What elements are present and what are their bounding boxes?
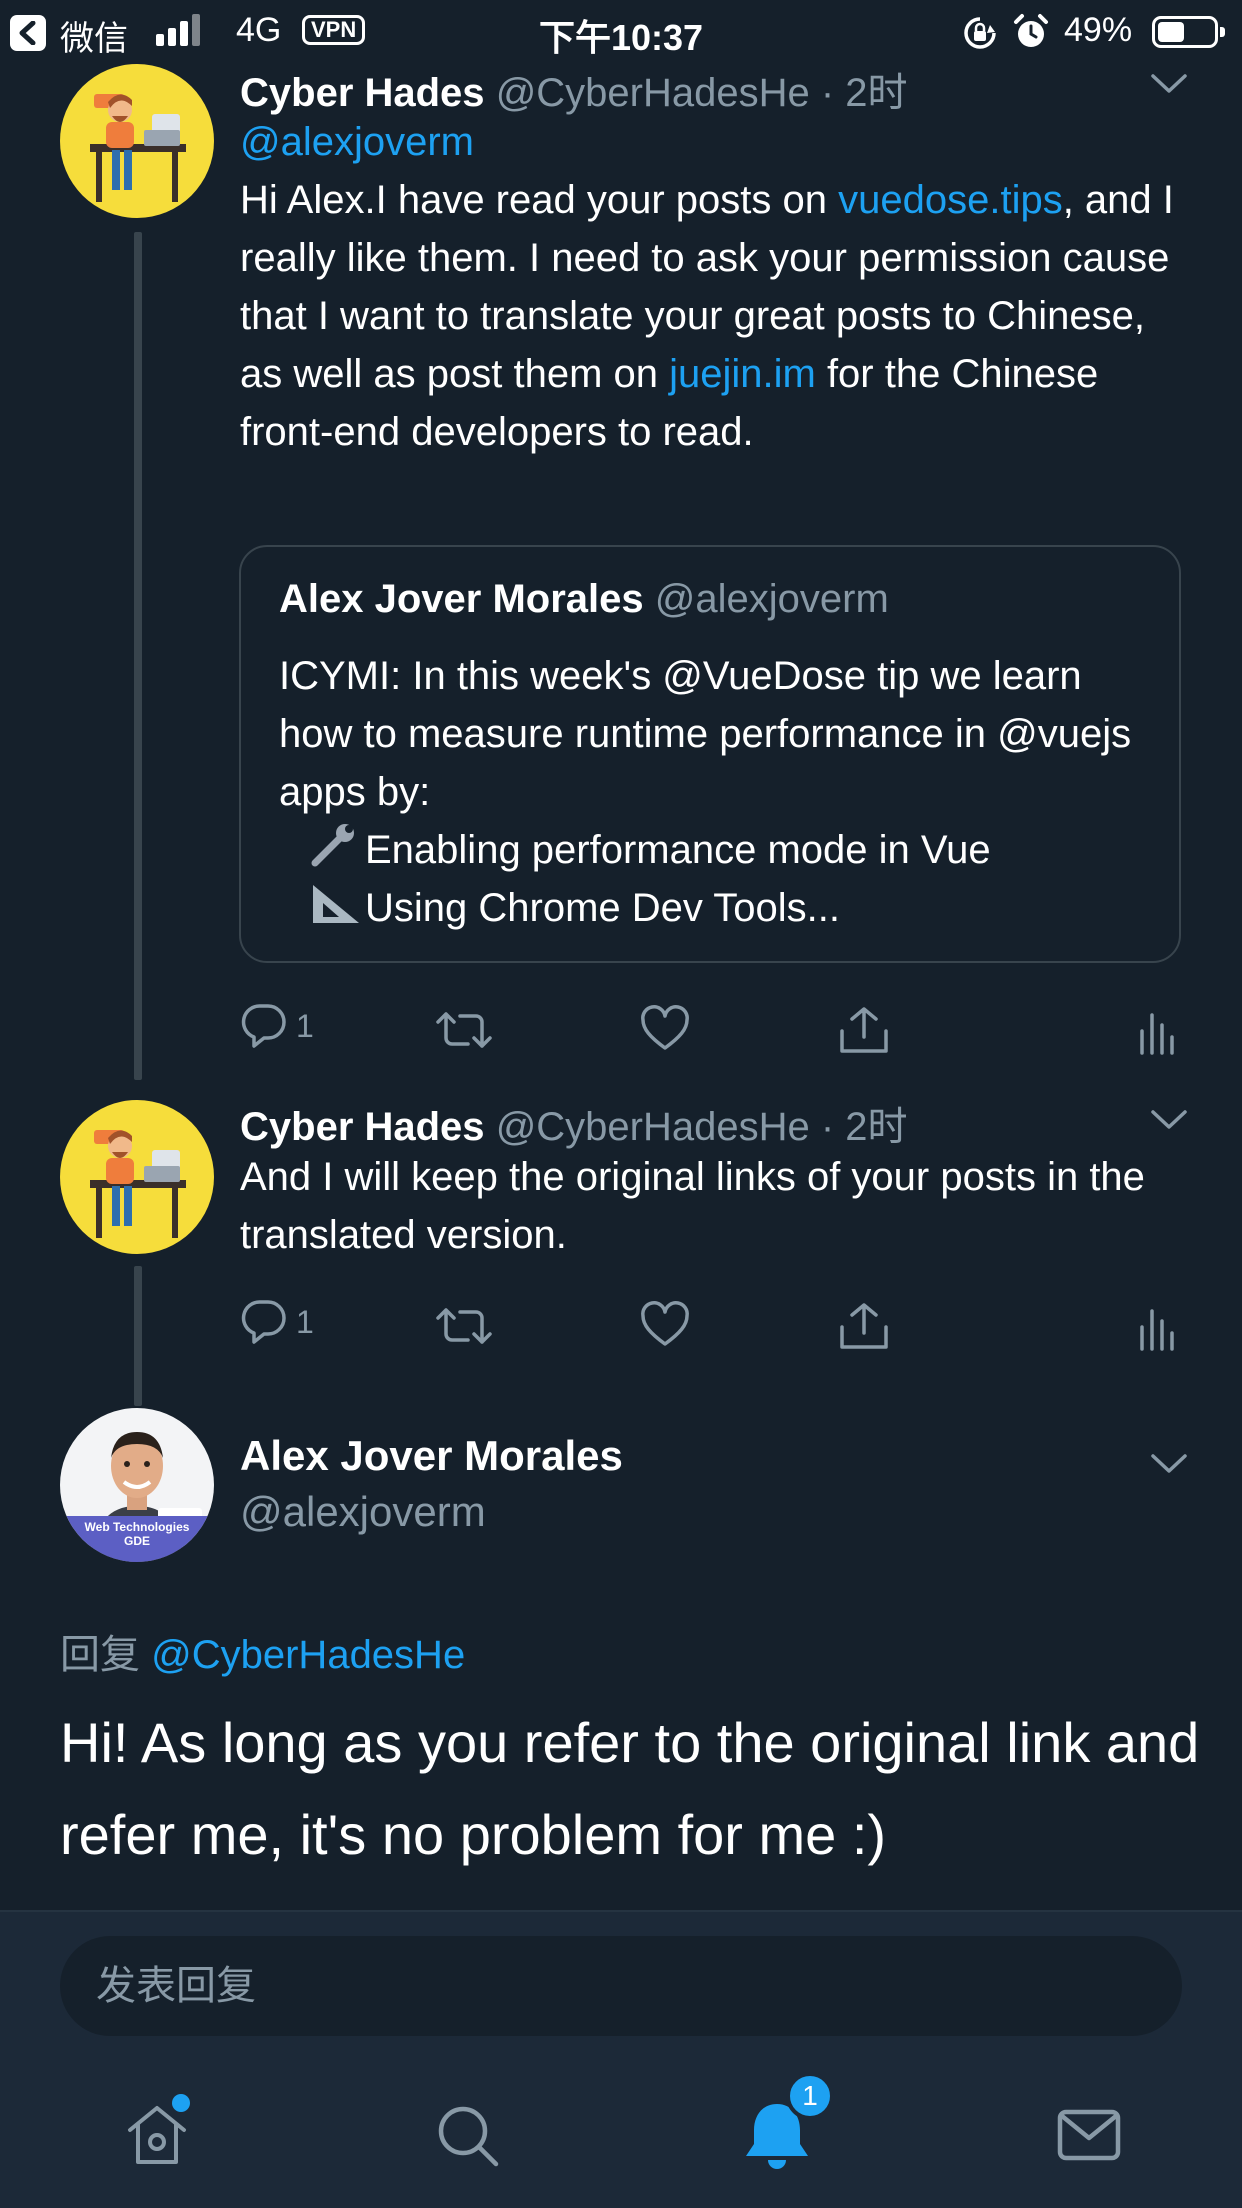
reply-icon <box>241 1004 286 1048</box>
avatar-cyber-hades[interactable] <box>60 64 214 218</box>
tweet-header: Cyber Hades @CyberHadesHe · 2时 <box>240 60 908 118</box>
battery-icon <box>1152 16 1225 48</box>
author-handle[interactable]: @alexjoverm <box>240 1488 486 1536</box>
tweet-actions: 1 <box>240 1000 1180 1060</box>
retweet-icon[interactable] <box>436 1296 492 1356</box>
author-name[interactable]: Cyber Hades <box>240 1105 485 1149</box>
reply-action[interactable]: 1 <box>240 1296 340 1356</box>
tab-bar: 1 <box>0 2050 1242 2208</box>
vuedose-link[interactable]: vuedose.tips <box>838 178 1063 222</box>
tweet-header: Cyber Hades @CyberHadesHe · 2时 <box>240 1094 908 1152</box>
replying-to-label: 回复 <box>60 1633 140 1677</box>
chevron-down-icon[interactable] <box>1150 72 1188 96</box>
chevron-down-icon[interactable] <box>1150 1452 1188 1476</box>
compose-bar: 发表回复 <box>0 1910 1242 2050</box>
avatar-badge: Web Technologies GDE <box>84 1520 190 1548</box>
analytics-icon[interactable] <box>1136 1000 1176 1060</box>
rotation-lock-icon <box>964 17 996 49</box>
tweet-time: · 2时 <box>820 71 908 115</box>
quoted-tweet-text: ICYMI: In this week's @VueDose tip we le… <box>279 647 1159 937</box>
thread-line <box>134 1266 142 1406</box>
quoted-author-handle: @alexjoverm <box>654 577 889 621</box>
replying-to-mention[interactable]: @CyberHadesHe <box>151 1633 465 1677</box>
main-tweet-text: Hi! As long as you refer to the original… <box>60 1711 1200 1866</box>
battery-percent: 49% <box>1064 11 1133 49</box>
quoted-list-item: Using Chrome Dev Tools... <box>279 879 1159 937</box>
new-content-dot <box>172 2094 190 2112</box>
like-icon[interactable] <box>640 1296 690 1356</box>
like-icon[interactable] <box>640 1000 690 1060</box>
author-name[interactable]: Cyber Hades <box>240 71 485 115</box>
tab-search[interactable] <box>432 2100 502 2170</box>
juejin-link[interactable]: juejin.im <box>669 352 816 396</box>
search-icon <box>438 2106 499 2167</box>
tab-notifications[interactable]: 1 <box>742 2072 834 2170</box>
share-icon[interactable] <box>838 1296 890 1356</box>
status-bar: 微信 4G VPN 下午10:37 49% <box>0 0 1242 62</box>
quoted-tweet[interactable]: Alex Jover Morales @alexjoverm ICYMI: In… <box>239 545 1181 963</box>
tab-messages[interactable] <box>1054 2100 1124 2170</box>
author-name[interactable]: Alex Jover Morales <box>240 1432 623 1480</box>
reply-count: 1 <box>296 1304 314 1340</box>
thread-line <box>134 232 142 1080</box>
share-icon[interactable] <box>838 1000 890 1060</box>
avatar-cyber-hades[interactable] <box>60 1100 214 1254</box>
retweet-icon[interactable] <box>436 1000 492 1060</box>
reply-icon <box>241 1300 286 1344</box>
analytics-icon[interactable] <box>1136 1296 1176 1356</box>
tweet-text: @alexjoverm Hi Alex.I have read your pos… <box>240 113 1180 461</box>
triangular-ruler-emoji-icon <box>313 885 359 923</box>
notifications-badge: 1 <box>786 2072 834 2120</box>
quoted-list-item: Enabling performance mode in Vue <box>279 821 1159 879</box>
reply-input[interactable]: 发表回复 <box>60 1936 1182 2036</box>
developer-illustration-icon <box>60 64 214 218</box>
reply-mention-link[interactable]: @alexjoverm <box>240 120 474 164</box>
alarm-icon <box>1014 14 1048 47</box>
mail-icon <box>1057 2109 1121 2161</box>
clock: 下午10:37 <box>538 17 704 58</box>
avatar-alex-jover-morales[interactable]: Web Technologies GDE <box>60 1408 214 1562</box>
wrench-emoji-icon <box>311 824 354 867</box>
reply-count: 1 <box>296 1008 314 1044</box>
quoted-tweet-header: Alex Jover Morales @alexjoverm <box>279 577 889 622</box>
developer-illustration-icon <box>60 1100 214 1254</box>
author-handle[interactable]: @CyberHadesHe <box>496 1105 810 1149</box>
replying-to: 回复 @CyberHadesHe <box>60 1622 465 1680</box>
tweet-actions: 1 <box>240 1296 1180 1356</box>
tweet-time: · 2时 <box>820 1105 908 1149</box>
tweet-text: And I will keep the original links of yo… <box>240 1155 1145 1257</box>
author-handle[interactable]: @CyberHadesHe <box>496 71 810 115</box>
quoted-text-line: ICYMI: In this week's @VueDose tip we le… <box>279 654 1132 814</box>
reply-action[interactable]: 1 <box>240 1000 340 1060</box>
quoted-author-name: Alex Jover Morales <box>279 577 644 621</box>
text-segment: Hi Alex.I have read your posts on <box>240 178 839 222</box>
tab-home[interactable] <box>122 2094 192 2170</box>
chevron-down-icon[interactable] <box>1150 1108 1188 1132</box>
